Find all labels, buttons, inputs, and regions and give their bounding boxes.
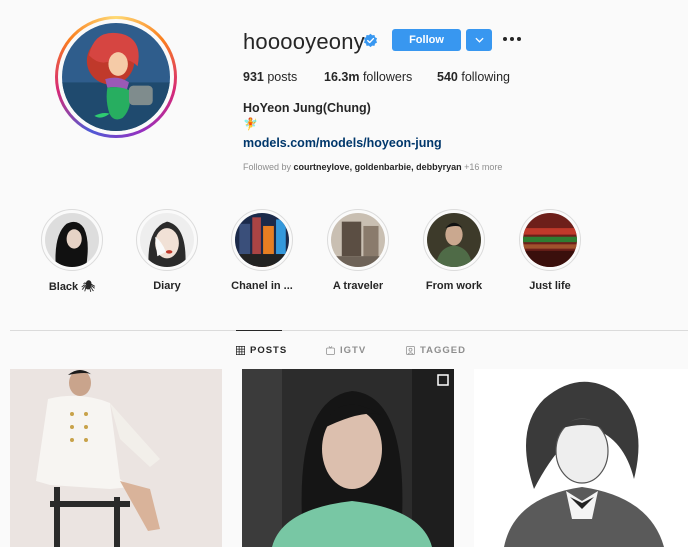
highlight-cover-image [140, 213, 194, 267]
post-image [10, 369, 222, 547]
bio-emoji: 🧚 [243, 117, 258, 131]
verified-badge-icon [363, 33, 378, 48]
profile-avatar-ring[interactable] [55, 16, 177, 138]
tab-igtv[interactable]: IGTV [326, 345, 366, 356]
profile-website-link[interactable]: models.com/models/hoyeon-jung [243, 136, 442, 150]
highlight-label: A traveler [332, 280, 384, 292]
tagged-icon [406, 346, 415, 355]
igtv-icon [326, 346, 335, 355]
suggested-accounts-dropdown[interactable] [466, 29, 492, 51]
profile-username: hooooyeony [243, 29, 365, 54]
more-options-button[interactable] [503, 33, 521, 45]
post-image [474, 369, 688, 547]
highlight-cover-image [45, 213, 99, 267]
more-dot-icon [510, 37, 514, 41]
profile-avatar [62, 23, 170, 131]
highlight-label: Just life [529, 280, 571, 292]
highlight-item[interactable]: Chanel in ... [217, 209, 307, 292]
posts-count: 931 posts [243, 70, 298, 84]
profile-full-name: HoYeon Jung(Chung) [243, 101, 371, 115]
highlight-label: From work [425, 280, 483, 292]
tab-posts[interactable]: POSTS [236, 345, 287, 356]
highlight-cover-image [331, 213, 385, 267]
highlight-item[interactable]: Black 🕷 [27, 209, 117, 293]
highlight-label: Diary [153, 280, 181, 292]
post-thumbnail[interactable] [474, 369, 688, 547]
chevron-down-icon [474, 37, 484, 43]
highlight-item[interactable]: A traveler [313, 209, 403, 292]
tabs-divider [10, 330, 688, 331]
highlight-item[interactable]: From work [409, 209, 499, 292]
followers-link[interactable]: 16.3m followers [324, 70, 412, 84]
following-link[interactable]: 540 following [437, 70, 510, 84]
highlight-cover-image [523, 213, 577, 267]
highlight-cover-image [235, 213, 289, 267]
post-thumbnail[interactable] [242, 369, 454, 547]
highlight-label: Black 🕷 [48, 281, 96, 293]
more-dot-icon [503, 37, 507, 41]
active-tab-indicator [236, 330, 282, 331]
more-dot-icon [517, 37, 521, 41]
highlight-item[interactable]: Just life [505, 209, 595, 292]
highlight-item[interactable]: Diary [122, 209, 212, 292]
grid-icon [236, 346, 245, 355]
tab-tagged[interactable]: TAGGED [406, 345, 466, 356]
follow-button[interactable]: Follow [392, 29, 461, 51]
highlight-label: Chanel in ... [231, 280, 293, 292]
post-thumbnail[interactable] [10, 369, 222, 547]
highlight-cover-image [427, 213, 481, 267]
post-image [242, 369, 454, 547]
followed-by-text[interactable]: Followed by courtneylove, goldenbarbie, … [243, 162, 502, 172]
